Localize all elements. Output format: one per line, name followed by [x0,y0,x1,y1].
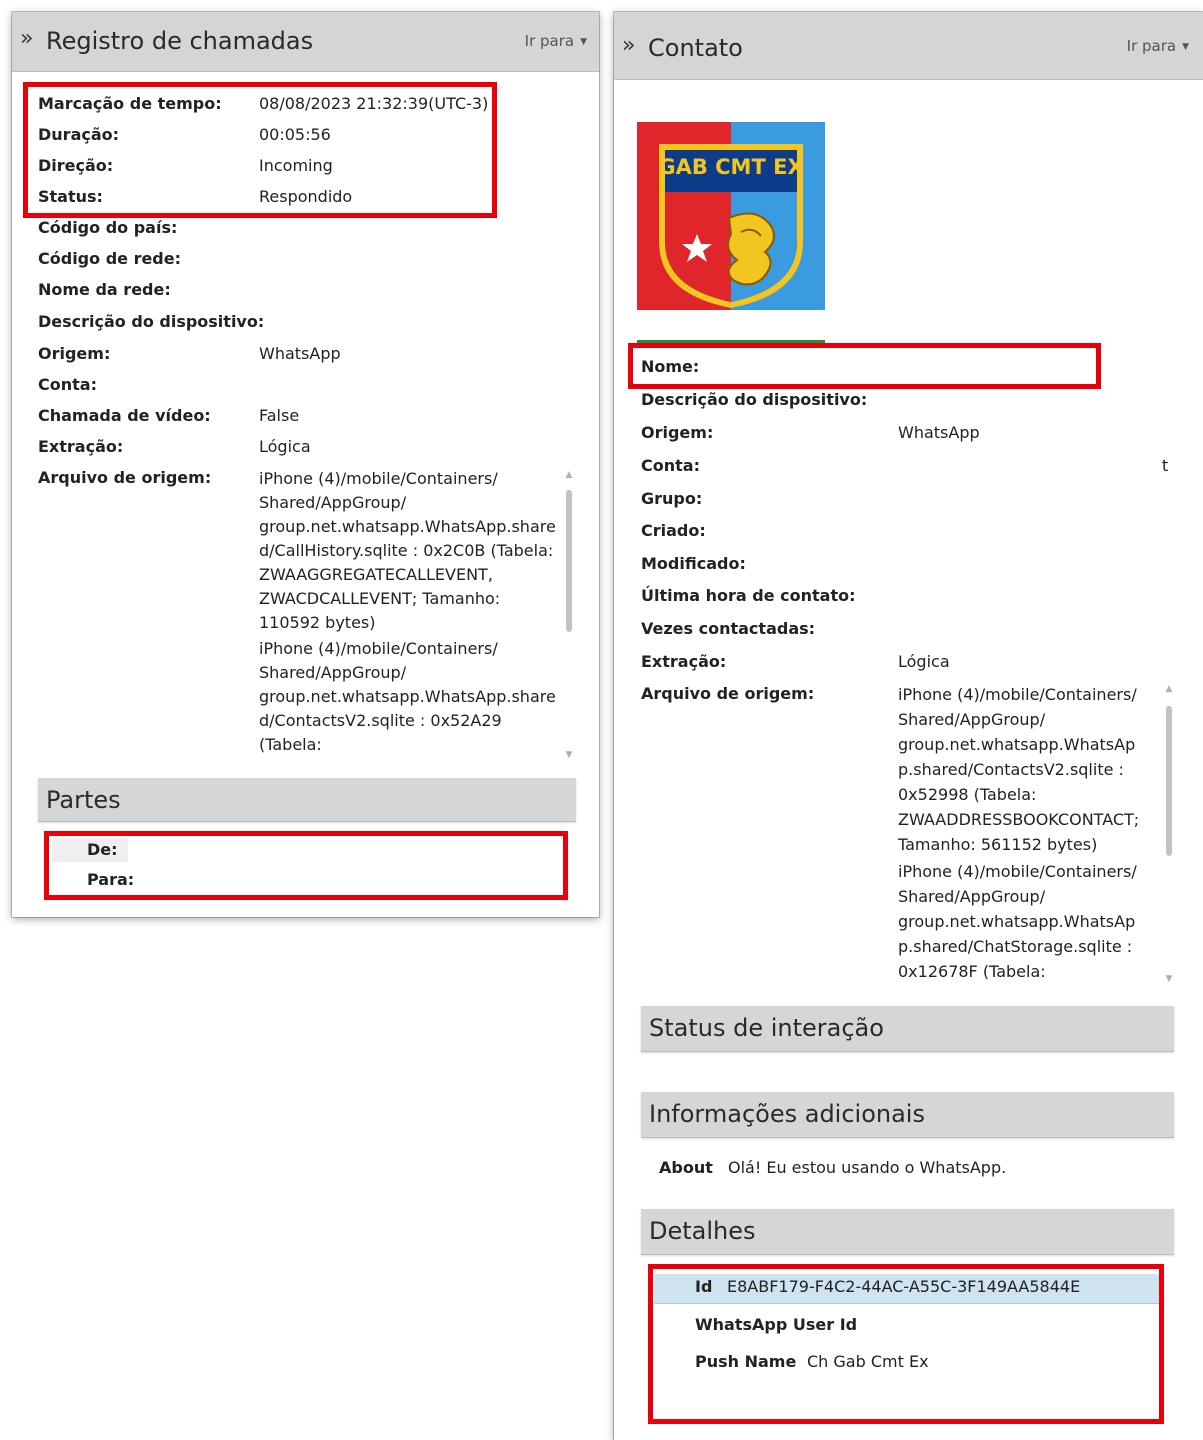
crest-logo: GAB CMT EX [637,122,825,310]
source-line: iPhone (4)/mobile/Containers/ [259,469,498,488]
contact-header: » Contato Ir para ▼ [614,12,1203,80]
highlight-call-summary [23,82,497,218]
scroll-thumb[interactable] [566,490,572,632]
source-line: p.shared/ContactsV2.sqlite : [898,760,1124,779]
field-label-network-name: Nome da rede: [38,280,171,299]
field-label-last-contact: Última hora de contato: [641,586,856,605]
field-label-source-file: Arquivo de origem: [38,468,212,487]
field-value-extraction: Lógica [259,437,311,456]
source-line: p.shared/ChatStorage.sqlite : [898,937,1133,956]
field-label-extraction: Extração: [641,652,727,671]
source-line: (Tabela: [259,735,322,754]
highlight-details [648,1264,1164,1424]
field-label-group: Grupo: [641,489,703,508]
source-line: 110592 bytes) [259,613,376,632]
scroll-up-icon[interactable]: ▲ [1164,684,1174,694]
additional-info-title: Informações adicionais [649,1100,925,1128]
source-line: group.net.whatsapp.WhatsApp.share [259,687,556,706]
field-value-origin: WhatsApp [259,344,341,363]
field-label-extraction: Extração: [38,437,124,456]
source-line: 0x12678F (Tabela: [898,962,1046,981]
source-line: Shared/AppGroup/ [898,887,1046,906]
source-line: ZWACDCALLEVENT; Tamanho: [259,589,501,608]
about-label: About [659,1158,713,1177]
field-value-account: t [1162,456,1169,475]
expand-chevron-icon[interactable]: » [622,33,636,58]
source-line: d/ContactsV2.sqlite : 0x52A29 [259,711,502,730]
contact-panel: » Contato Ir para ▼ GAB CMT EX Nome: Desc… [614,12,1203,1440]
field-value-origin: WhatsApp [898,423,980,442]
field-label-device-description: Descrição do dispositivo: [38,312,265,331]
scroll-down-icon[interactable]: ▼ [564,750,574,760]
field-label-source-file: Arquivo de origem: [641,684,815,703]
caret-down-icon: ▼ [580,37,587,47]
source-line: iPhone (4)/mobile/Containers/ [259,639,498,658]
field-label-modified: Modificado: [641,554,746,573]
scroll-down-icon[interactable]: ▼ [1164,974,1174,984]
source-line: group.net.whatsapp.WhatsApp.share [259,517,556,536]
details-title: Detalhes [649,1217,756,1245]
highlight-parties [44,831,568,900]
source-line: Shared/AppGroup/ [898,710,1046,729]
contact-title: Contato [648,34,743,62]
interaction-status-title: Status de interação [649,1014,884,1042]
source-file-scrollbar[interactable]: ▲ ▼ [564,470,574,760]
source-file-list[interactable]: iPhone (4)/mobile/Containers/ Shared/App… [259,467,559,761]
goto-label: Ir para [524,32,575,50]
source-line: Shared/AppGroup/ [259,493,407,512]
goto-dropdown[interactable]: Ir para ▼ [525,32,587,50]
field-value-extraction: Lógica [898,652,950,671]
caret-down-icon: ▼ [1182,42,1189,52]
call-log-header: » Registro de chamadas Ir para ▼ [12,12,599,72]
source-file-list[interactable]: iPhone (4)/mobile/Containers/ Shared/App… [898,682,1160,988]
field-value-video-call: False [259,406,300,425]
source-file-scrollbar[interactable]: ▲ ▼ [1164,684,1174,984]
parties-section-header[interactable]: Partes [38,778,576,822]
goto-label: Ir para [1126,37,1177,55]
scroll-thumb[interactable] [1166,706,1172,856]
field-label-origin: Origem: [641,423,714,442]
source-line: iPhone (4)/mobile/Containers/ [898,862,1137,881]
call-log-panel: » Registro de chamadas Ir para ▼ Marcação… [12,12,599,917]
additional-info-section[interactable]: Informações adicionais [641,1092,1174,1138]
field-label-created: Criado: [641,521,706,540]
expand-chevron-icon[interactable]: » [20,26,34,51]
contact-avatar[interactable]: GAB CMT EX [637,122,825,345]
source-line: iPhone (4)/mobile/Containers/ [898,685,1137,704]
source-line: ZWAAGGREGATECALLEVENT, [259,565,493,584]
parties-title: Partes [46,786,121,814]
field-label-device-description: Descrição do dispositivo: [641,390,868,409]
field-label-country-code: Código do país: [38,218,178,237]
field-label-network-code: Código de rede: [38,249,182,268]
source-line: Shared/AppGroup/ [259,663,407,682]
field-label-origin: Origem: [38,344,111,363]
field-label-times-contacted: Vezes contactadas: [641,619,816,638]
details-section[interactable]: Detalhes [641,1209,1174,1255]
interaction-status-section[interactable]: Status de interação [641,1006,1174,1052]
source-line: Tamanho: 561152 bytes) [898,835,1098,854]
scroll-up-icon[interactable]: ▲ [564,470,574,480]
logo-text: GAB CMT EX [658,155,803,179]
highlight-name [628,343,1101,389]
about-value: Olá! Eu estou usando o WhatsApp. [728,1158,1007,1177]
call-log-title: Registro de chamadas [46,27,314,55]
field-label-account: Conta: [641,456,700,475]
source-line: group.net.whatsapp.WhatsAp [898,735,1136,754]
source-line: 0x52998 (Tabela: [898,785,1037,804]
source-line: group.net.whatsapp.WhatsAp [898,912,1136,931]
source-line: d/CallHistory.sqlite : 0x2C0B (Tabela: [259,541,554,560]
goto-dropdown[interactable]: Ir para ▼ [1127,37,1189,55]
source-line: ZWAADDRESSBOOKCONTACT; [898,810,1140,829]
field-label-account: Conta: [38,375,97,394]
field-label-video-call: Chamada de vídeo: [38,406,211,425]
